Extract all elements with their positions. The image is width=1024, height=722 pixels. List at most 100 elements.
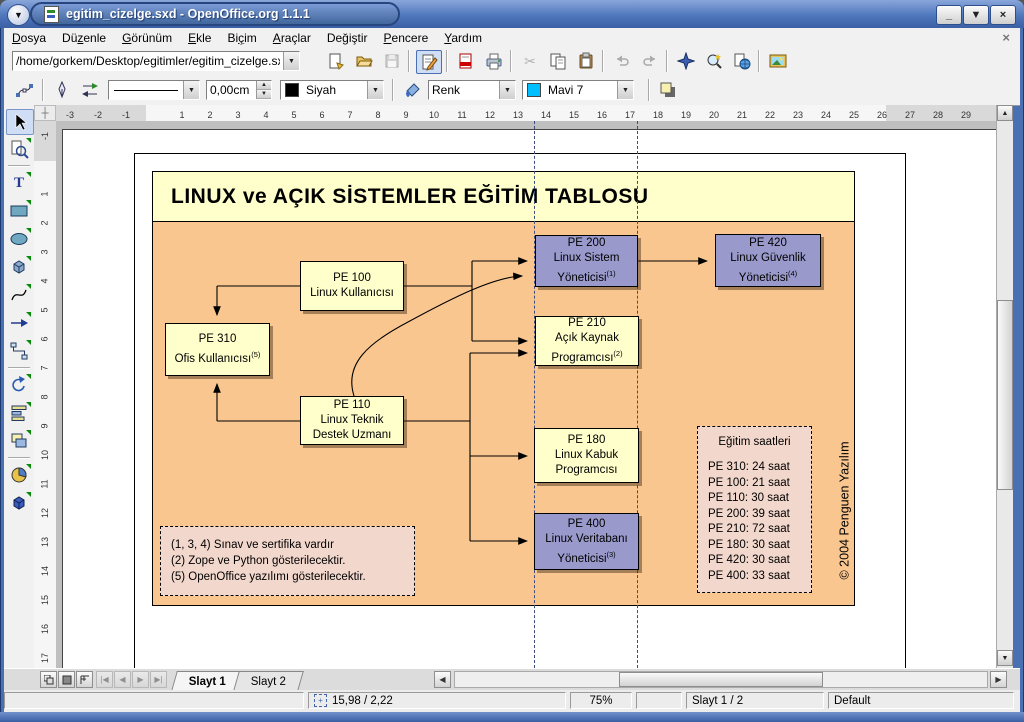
menu-ekle[interactable]: Ekle bbox=[180, 29, 219, 47]
menu-dosya[interactable]: Dosya bbox=[4, 29, 54, 47]
ruler-corner[interactable]: ┼ bbox=[34, 105, 56, 121]
open-button[interactable] bbox=[352, 50, 376, 72]
ellipse-tool[interactable] bbox=[6, 227, 32, 251]
spin-up-icon[interactable]: ▲ bbox=[257, 81, 271, 90]
notes-box[interactable]: (1, 3, 4) Sınav ve sertifika vardır(2) Z… bbox=[160, 526, 415, 596]
spin-down-icon[interactable]: ▼ bbox=[257, 90, 271, 99]
copy-button[interactable] bbox=[546, 50, 570, 72]
view-mode-notes-button[interactable] bbox=[58, 671, 75, 688]
connector-tool[interactable] bbox=[6, 339, 32, 363]
menu-pencere[interactable]: Pencere bbox=[376, 29, 437, 47]
shadow-button[interactable] bbox=[656, 79, 680, 101]
diagram-box-pe400[interactable]: PE 400 Linux Veritabanı Yöneticisi(3) bbox=[534, 513, 639, 570]
menu-duzenle[interactable]: Düzenle bbox=[54, 29, 114, 47]
rectangle-tool[interactable] bbox=[6, 199, 32, 223]
navigator-button[interactable] bbox=[674, 50, 698, 72]
vertical-ruler[interactable]: -11234567891011121314151617 bbox=[34, 121, 57, 668]
zoom-tool[interactable] bbox=[6, 137, 32, 161]
menu-gorunum[interactable]: Görünüm bbox=[114, 29, 180, 47]
paste-button[interactable] bbox=[574, 50, 598, 72]
alignment-tool[interactable] bbox=[6, 401, 32, 425]
effects-tool[interactable] bbox=[6, 491, 32, 515]
menu-araclar[interactable]: Araçlar bbox=[265, 29, 319, 47]
diagram-box-pe310[interactable]: PE 310 Ofis Kullanıcısı(5) bbox=[165, 323, 270, 376]
spinner-buttons[interactable]: ▲▼ bbox=[256, 81, 271, 99]
line-width-spinner[interactable]: 0,00cm ▲▼ bbox=[206, 80, 272, 100]
export-pdf-button[interactable] bbox=[454, 50, 478, 72]
shade-button[interactable]: ▼ bbox=[963, 5, 989, 25]
redo-button[interactable] bbox=[638, 50, 662, 72]
line-width-value[interactable]: 0,00cm bbox=[207, 83, 256, 97]
horizontal-scroll-thumb[interactable] bbox=[619, 672, 823, 687]
line-color-select[interactable]: Siyah ▼ bbox=[280, 80, 384, 100]
url-dropdown-icon[interactable]: ▼ bbox=[283, 52, 299, 70]
close-button[interactable]: × bbox=[990, 5, 1016, 25]
lines-arrows-tool[interactable] bbox=[6, 311, 32, 335]
horizontal-scrollbar[interactable] bbox=[454, 671, 988, 688]
horizontal-ruler[interactable]: -3-2-11234567891011121314151617181920212… bbox=[56, 105, 996, 122]
arrange-tool[interactable] bbox=[6, 429, 32, 453]
new-document-button[interactable] bbox=[324, 50, 348, 72]
diagram-box-pe420[interactable]: PE 420 Linux Güvenlik Yöneticisi(4) bbox=[715, 234, 821, 287]
title-bar[interactable]: ▼ egitim_cizelge.sxd - OpenOffice.org 1.… bbox=[0, 0, 1024, 28]
zoom-button[interactable] bbox=[702, 50, 726, 72]
diagram-box-pe210[interactable]: PE 210 Açık Kaynak Programcısı(2) bbox=[535, 316, 639, 366]
fill-type-dropdown-icon[interactable]: ▼ bbox=[499, 81, 515, 99]
first-slide-button[interactable]: |◀ bbox=[96, 671, 113, 688]
ruler-number: 1 bbox=[168, 108, 196, 122]
cut-button[interactable]: ✂ bbox=[518, 50, 542, 72]
tab-scroll-left-icon[interactable]: ◀ bbox=[434, 671, 451, 688]
hyperlink-button[interactable] bbox=[730, 50, 754, 72]
scroll-right-icon[interactable]: ▶ bbox=[990, 671, 1007, 688]
fill-color-select[interactable]: Mavi 7 ▼ bbox=[522, 80, 634, 100]
scroll-up-icon[interactable]: ▲ bbox=[997, 105, 1013, 121]
select-tool[interactable] bbox=[6, 109, 34, 135]
status-slide-cell[interactable]: Slayt 1 / 2 bbox=[686, 692, 824, 709]
diagram-box-pe100[interactable]: PE 100 Linux Kullanıcısı bbox=[300, 261, 404, 311]
url-input[interactable] bbox=[13, 54, 283, 68]
curve-tool[interactable] bbox=[6, 283, 32, 307]
view-mode-handout-button[interactable] bbox=[76, 671, 93, 688]
status-zoom-cell[interactable]: 75% bbox=[570, 692, 632, 709]
menu-degistir[interactable]: Değiştir bbox=[319, 29, 376, 47]
save-button[interactable] bbox=[380, 50, 404, 72]
edit-file-button[interactable] bbox=[416, 50, 442, 74]
scroll-down-icon[interactable]: ▼ bbox=[997, 650, 1013, 666]
line-color-dropdown-icon[interactable]: ▼ bbox=[367, 81, 383, 99]
slide-tab-bar: |◀ ◀ ▶ ▶| Slayt 1 Slayt 2 ◀ ▶ bbox=[4, 668, 1020, 691]
undo-button[interactable] bbox=[610, 50, 634, 72]
diagram-box-pe200[interactable]: PE 200 Linux Sistem Yöneticisi(1) bbox=[535, 235, 638, 287]
diagram-box-pe110[interactable]: PE 110 Linux Teknik Destek Uzmanı bbox=[300, 396, 404, 445]
next-slide-button[interactable]: ▶ bbox=[132, 671, 149, 688]
status-style-cell[interactable]: Default bbox=[828, 692, 1014, 709]
objects-3d-tool[interactable] bbox=[6, 255, 32, 279]
tab-slayt-2[interactable]: Slayt 2 bbox=[233, 671, 304, 691]
edit-points-button[interactable] bbox=[12, 79, 36, 101]
previous-slide-button[interactable]: ◀ bbox=[114, 671, 131, 688]
close-document-icon[interactable]: × bbox=[1002, 30, 1010, 45]
status-position-cell[interactable]: + 15,98 / 2,22 bbox=[308, 692, 566, 709]
arrow-style-button[interactable] bbox=[78, 79, 102, 101]
window-menu-button[interactable]: ▼ bbox=[7, 4, 30, 26]
view-mode-slide-button[interactable] bbox=[40, 671, 57, 688]
vertical-scroll-thumb[interactable] bbox=[997, 300, 1013, 490]
line-style-select[interactable]: ▼ bbox=[108, 80, 200, 100]
url-combobox[interactable]: ▼ bbox=[12, 51, 300, 71]
copyright-text[interactable]: © 2004 Penguen Yazılım bbox=[838, 421, 855, 601]
fill-type-select[interactable]: Renk ▼ bbox=[428, 80, 516, 100]
vertical-scrollbar[interactable]: ▲ ▼ bbox=[996, 105, 1013, 668]
insert-tool[interactable] bbox=[6, 463, 32, 487]
print-button[interactable] bbox=[482, 50, 506, 72]
menu-yardim[interactable]: Yardım bbox=[436, 29, 490, 47]
menu-bicim[interactable]: Biçim bbox=[219, 29, 264, 47]
rotate-tool[interactable] bbox=[6, 373, 32, 397]
diagram-box-pe180[interactable]: PE 180 Linux Kabuk Programcısı bbox=[534, 428, 639, 483]
minimize-button[interactable]: _ bbox=[936, 5, 962, 25]
gallery-button[interactable] bbox=[766, 50, 790, 72]
last-slide-button[interactable]: ▶| bbox=[150, 671, 167, 688]
line-style-dropdown-icon[interactable]: ▼ bbox=[183, 81, 199, 99]
training-hours-box[interactable]: Eğitim saatleri PE 310: 24 saatPE 100: 2… bbox=[697, 426, 812, 593]
fill-color-dropdown-icon[interactable]: ▼ bbox=[617, 81, 633, 99]
text-tool[interactable]: T bbox=[6, 171, 32, 195]
drawing-canvas[interactable]: LINUX ve AÇIK SİSTEMLER EĞİTİM TABLOSU bbox=[56, 121, 996, 668]
